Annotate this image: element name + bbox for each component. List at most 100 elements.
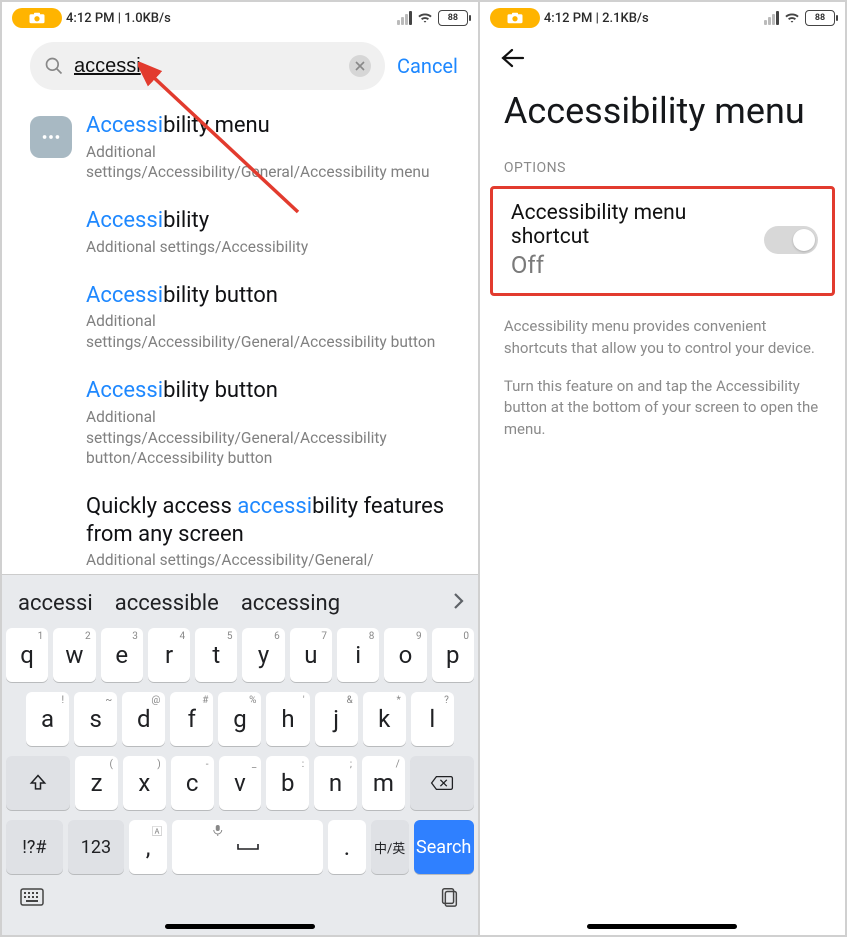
status-bar: 4:12 PM | 1.0KB/s 88 [2,2,478,34]
search-result[interactable]: Quickly access accessibility features fr… [30,493,458,571]
signal-icon [397,11,412,25]
page-title: Accessibility menu [480,76,845,156]
home-indicator[interactable] [165,924,315,929]
key-w[interactable]: 2w [53,628,95,682]
battery-icon: 88 [438,10,468,26]
toggle-switch[interactable] [764,226,818,254]
key-f[interactable]: #f [170,692,213,746]
search-result[interactable]: Accessibility menu Additional settings/A… [30,112,458,183]
key-r[interactable]: 4r [148,628,190,682]
key-i[interactable]: 8i [337,628,379,682]
wifi-icon [784,12,800,24]
key-m[interactable]: /m [362,756,405,810]
key-n[interactable]: ;n [314,756,357,810]
right-phone: 4:12 PM | 2.1KB/s 88 Accessibility menu … [479,1,846,936]
result-title: Accessibility button [86,282,458,310]
key-o[interactable]: 9o [384,628,426,682]
keyboard-settings-button[interactable] [20,888,44,910]
search-key[interactable]: Search [414,820,474,874]
backspace-icon [430,774,454,792]
status-time: 4:12 PM | 2.1KB/s [544,11,649,26]
suggestion[interactable]: accessible [115,591,219,616]
key-u[interactable]: 7u [290,628,332,682]
search-input[interactable] [74,55,339,78]
result-title: Accessibility button [86,377,458,405]
language-key[interactable]: 中/英 [371,820,409,874]
result-title: Accessibility menu [86,112,458,140]
setting-title: Accessibility menu shortcut [511,201,752,249]
keyboard-suggestions: accessi accessible accessing [2,583,478,628]
search-box[interactable] [30,42,385,90]
close-icon [355,61,365,71]
back-button[interactable] [500,53,526,72]
key-h[interactable]: 'h [266,692,309,746]
key-v[interactable]: _v [219,756,262,810]
setting-state: Off [511,251,752,279]
search-result[interactable]: Accessibility button Additional settings… [30,282,458,353]
result-path: Additional settings/Accessibility/Genera… [86,550,458,571]
cancel-button[interactable]: Cancel [397,54,458,78]
space-icon [236,842,260,852]
clipboard-button[interactable] [438,886,460,912]
symbols-key[interactable]: !?# [6,820,63,874]
suggestion[interactable]: accessing [241,591,340,616]
search-results: Accessibility menu Additional settings/A… [2,98,478,574]
battery-icon: 88 [805,10,835,26]
key-a[interactable]: !a [26,692,69,746]
search-result[interactable]: Accessibility Additional settings/Access… [30,207,458,257]
key-c[interactable]: -c [171,756,214,810]
numbers-key[interactable]: 123 [68,820,125,874]
help-text: Turn this feature on and tap the Accessi… [480,376,845,457]
result-path: Additional settings/Accessibility/Genera… [86,311,458,353]
key-j[interactable]: &j [315,692,358,746]
signal-icon [764,11,779,25]
search-result[interactable]: Accessibility button Additional settings… [30,377,458,469]
shift-icon [28,773,48,793]
clipboard-icon [438,886,460,908]
shift-key[interactable] [6,756,70,810]
search-header: Cancel [2,34,478,98]
keycap-icon: 🄰 [152,823,162,838]
key-p[interactable]: 0p [432,628,474,682]
key-d[interactable]: @d [122,692,165,746]
search-icon [44,56,64,76]
result-title: Accessibility [86,207,458,235]
key-q[interactable]: 1q [6,628,48,682]
keyboard: accessi accessible accessing 1q2w3e4r5t6… [2,574,478,935]
more-suggestions-button[interactable] [452,591,472,616]
result-path: Additional settings/Accessibility/Genera… [86,407,458,470]
help-text: Accessibility menu provides convenient s… [480,316,845,376]
backspace-key[interactable] [410,756,474,810]
key-e[interactable]: 3e [101,628,143,682]
keyboard-icon [20,888,44,906]
section-label: OPTIONS [480,156,845,186]
result-path: Additional settings/Accessibility [86,237,458,258]
key-s[interactable]: ~s [74,692,117,746]
status-bar: 4:12 PM | 2.1KB/s 88 [480,2,845,34]
chevron-right-icon [452,592,464,610]
key-t[interactable]: 5t [195,628,237,682]
space-key[interactable] [172,820,323,874]
result-path: Additional settings/Accessibility/Genera… [86,142,458,184]
clear-search-button[interactable] [349,55,371,77]
settings-app-icon [30,116,72,158]
key-y[interactable]: 6y [242,628,284,682]
key-g[interactable]: %g [218,692,261,746]
suggestion[interactable]: accessi [18,591,93,616]
accessibility-shortcut-setting[interactable]: Accessibility menu shortcut Off [490,186,835,296]
key-k[interactable]: *k [363,692,406,746]
key-l[interactable]: ?l [411,692,454,746]
result-title: Quickly access accessibility features fr… [86,493,458,548]
home-indicator[interactable] [587,924,737,929]
key-b[interactable]: :b [266,756,309,810]
camera-indicator [12,8,62,28]
back-arrow-icon [500,48,526,68]
comma-key[interactable]: 🄰, [129,820,167,874]
key-x[interactable]: )x [123,756,166,810]
period-key[interactable]: . [328,820,366,874]
key-z[interactable]: (z [75,756,118,810]
status-right: 88 [764,10,835,26]
mic-icon [212,824,283,839]
status-time: 4:12 PM | 1.0KB/s [66,11,171,26]
left-phone: 4:12 PM | 1.0KB/s 88 Cancel [1,1,479,936]
